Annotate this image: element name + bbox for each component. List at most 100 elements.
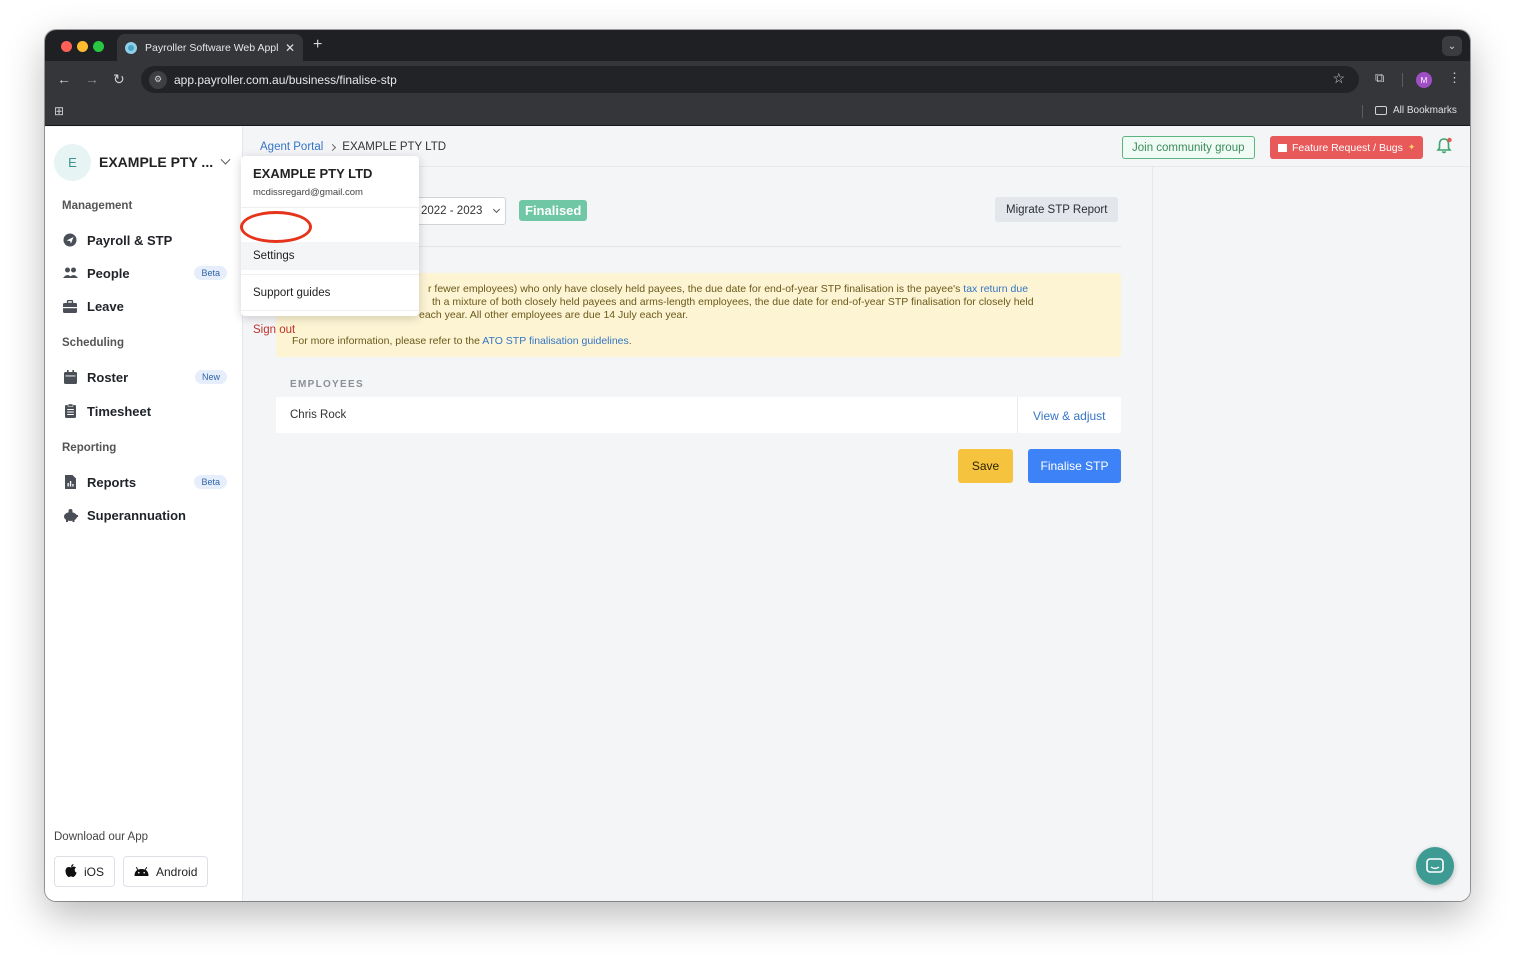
- apple-icon: [65, 863, 77, 880]
- company-switcher[interactable]: E EXAMPLE PTY ...: [54, 143, 231, 181]
- close-icon[interactable]: ✕: [285, 41, 295, 55]
- chevron-right-icon: [329, 143, 337, 151]
- new-tab-icon[interactable]: +: [313, 36, 322, 54]
- feature-request-button[interactable]: Feature Request / Bugs ✦: [1270, 136, 1424, 159]
- paper-plane-icon: [62, 232, 78, 248]
- annotation-circle: [240, 211, 312, 243]
- menu-user-email: mcdissregard@gmail.com: [253, 187, 363, 198]
- tab-search-icon[interactable]: ⌄: [1442, 36, 1462, 56]
- breadcrumb-current: EXAMPLE PTY LTD: [342, 141, 447, 153]
- tab-strip: Payroller Software Web Appli ✕ + ⌄: [45, 30, 1470, 61]
- url-text: app.payroller.com.au/business/finalise-s…: [174, 72, 397, 87]
- toolbar-divider: [1402, 73, 1403, 87]
- financial-year-select[interactable]: 2022 - 2023: [410, 197, 506, 225]
- sidebar-item-reports[interactable]: Reports Beta: [62, 470, 227, 494]
- beta-badge: Beta: [194, 475, 227, 489]
- browser-toolbar: ← → ↻ ⚙ app.payroller.com.au/business/fi…: [45, 61, 1470, 98]
- breadcrumb-agent-portal-link[interactable]: Agent Portal: [260, 141, 323, 153]
- notice-line-2: th a mixture of both closely held payees…: [432, 296, 1034, 308]
- breadcrumb: Agent Portal EXAMPLE PTY LTD: [260, 141, 446, 153]
- menu-item-sign-out[interactable]: Sign out: [241, 316, 419, 344]
- minimize-window-button[interactable]: [77, 41, 88, 52]
- sidebar-item-superannuation[interactable]: Superannuation: [62, 503, 227, 527]
- download-app-label: Download our App: [54, 831, 148, 843]
- menu-item-support-guides[interactable]: Support guides: [241, 279, 419, 307]
- browser-tab[interactable]: Payroller Software Web Appli ✕: [117, 34, 303, 61]
- browser-window: Payroller Software Web Appli ✕ + ⌄ ← → ↻…: [45, 30, 1470, 901]
- sidebar-item-label: Payroll & STP: [87, 232, 173, 248]
- android-app-button[interactable]: Android: [123, 856, 209, 887]
- briefcase-icon: [62, 298, 78, 314]
- sidebar: E EXAMPLE PTY ... Management Payroll & S…: [45, 127, 243, 901]
- bookmarks-bar: ⊞ All Bookmarks: [45, 98, 1470, 126]
- sidebar-item-payroll[interactable]: Payroll & STP: [62, 228, 227, 252]
- back-arrow-icon[interactable]: ←: [57, 71, 71, 87]
- folder-icon: [1375, 106, 1387, 115]
- join-community-button[interactable]: Join community group: [1122, 136, 1255, 159]
- ios-app-button[interactable]: iOS: [54, 856, 116, 887]
- site-info-icon[interactable]: ⚙: [149, 70, 167, 89]
- notice-line-1: r fewer employees) who only have closely…: [428, 283, 1028, 296]
- notice-text: .: [628, 335, 632, 347]
- chat-icon: [1426, 857, 1444, 873]
- tab-title: Payroller Software Web Appli: [145, 41, 279, 54]
- row-divider: [1017, 397, 1018, 433]
- chevron-down-icon: [492, 205, 501, 214]
- menu-divider: [241, 274, 419, 275]
- notice-text: r fewer employees) who only have closely…: [428, 283, 964, 295]
- apps-grid-icon[interactable]: ⊞: [54, 104, 64, 118]
- notice-line-3: each year. All other employees are due 1…: [419, 309, 689, 321]
- company-avatar: E: [54, 143, 91, 181]
- ios-label: iOS: [84, 864, 105, 879]
- section-management: Management: [62, 200, 133, 212]
- table-row: Chris Rock View & adjust: [276, 397, 1121, 433]
- chat-support-button[interactable]: [1416, 847, 1454, 885]
- report-icon: [62, 474, 78, 490]
- clipboard-icon: [62, 403, 78, 419]
- status-badge: Finalised: [519, 200, 588, 221]
- all-bookmarks-label: All Bookmarks: [1393, 105, 1457, 116]
- close-window-button[interactable]: [61, 41, 72, 52]
- right-panel: [1152, 167, 1470, 901]
- menu-divider: [241, 310, 419, 311]
- reload-icon[interactable]: ↻: [113, 71, 125, 88]
- tax-return-due-link[interactable]: tax return due: [963, 283, 1028, 295]
- sidebar-item-timesheet[interactable]: Timesheet: [62, 399, 227, 423]
- sidebar-item-people[interactable]: People Beta: [62, 261, 227, 285]
- android-icon: [134, 865, 149, 879]
- chevron-down-icon: [220, 154, 231, 165]
- bookmark-star-icon[interactable]: ☆: [1332, 70, 1345, 87]
- menu-item-settings[interactable]: Settings: [241, 242, 419, 270]
- maximize-window-button[interactable]: [93, 41, 104, 52]
- top-bar: Agent Portal EXAMPLE PTY LTD Join commun…: [244, 127, 1470, 167]
- section-reporting: Reporting: [62, 442, 117, 454]
- sidebar-item-label: Timesheet: [87, 403, 152, 419]
- view-adjust-link[interactable]: View & adjust: [1033, 409, 1106, 423]
- employees-heading: EMPLOYEES: [290, 379, 364, 390]
- sidebar-item-label: Leave: [87, 298, 124, 314]
- bell-icon[interactable]: [1435, 137, 1453, 155]
- bookmarks-divider: [1362, 105, 1363, 118]
- sidebar-item-roster[interactable]: Roster New: [62, 365, 227, 389]
- android-label: Android: [156, 864, 198, 879]
- sidebar-item-label: Roster: [87, 369, 129, 385]
- calendar-icon: [62, 369, 78, 385]
- sidebar-item-label: People: [87, 265, 130, 281]
- save-button[interactable]: Save: [958, 449, 1013, 483]
- menu-divider: [241, 207, 419, 208]
- profile-avatar[interactable]: M: [1416, 72, 1432, 88]
- people-icon: [62, 265, 78, 281]
- all-bookmarks-button[interactable]: All Bookmarks: [1375, 105, 1457, 116]
- address-bar[interactable]: ⚙ app.payroller.com.au/business/finalise…: [141, 66, 1359, 93]
- ato-guidelines-link[interactable]: ATO STP finalisation guidelines: [482, 335, 629, 347]
- financial-year-value: 2022 - 2023: [421, 205, 483, 217]
- company-name: EXAMPLE PTY ...: [99, 154, 214, 170]
- sidebar-item-label: Superannuation: [87, 507, 186, 523]
- extensions-icon[interactable]: ⧉: [1375, 70, 1384, 86]
- sparkle-icon: ✦: [1407, 142, 1416, 152]
- sidebar-item-leave[interactable]: Leave: [62, 294, 227, 318]
- forward-arrow-icon[interactable]: →: [85, 71, 99, 87]
- browser-menu-icon[interactable]: ⋮: [1448, 70, 1461, 86]
- migrate-stp-report-button[interactable]: Migrate STP Report: [995, 197, 1119, 222]
- finalise-stp-button[interactable]: Finalise STP: [1028, 449, 1121, 483]
